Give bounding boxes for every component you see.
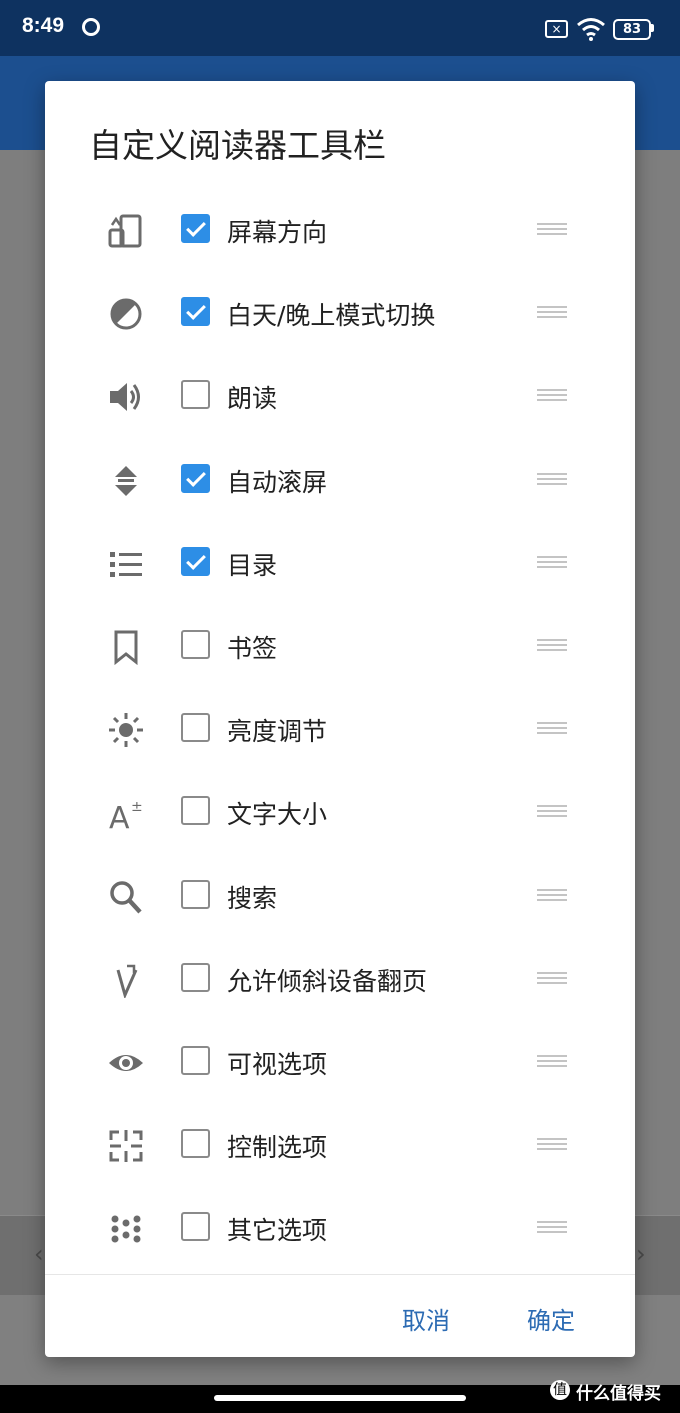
home-gesture-handle[interactable] bbox=[214, 1395, 466, 1401]
drag-handle-icon[interactable] bbox=[537, 223, 567, 237]
option-row[interactable]: 其它选项 bbox=[45, 1187, 635, 1270]
search-icon bbox=[107, 879, 145, 915]
auto-scroll-icon bbox=[107, 463, 145, 499]
option-label: 亮度调节 bbox=[227, 717, 328, 747]
option-label: 其它选项 bbox=[227, 1216, 328, 1246]
watermark-logo-icon: 值 bbox=[550, 1380, 570, 1400]
dots-pattern-icon bbox=[107, 1211, 145, 1247]
option-row[interactable]: 亮度调节 bbox=[45, 688, 635, 771]
option-checkbox[interactable] bbox=[181, 380, 210, 410]
option-row[interactable]: 屏幕方向 bbox=[45, 189, 635, 272]
toolbar-options-list: 屏幕方向 白天/晚上模式切换 朗读 自动滚屏 目录 书签 亮度调节 A ± 文字… bbox=[45, 189, 635, 1270]
battery-indicator: 83 bbox=[613, 19, 651, 40]
option-row[interactable]: 搜索 bbox=[45, 855, 635, 938]
option-label: 搜索 bbox=[227, 883, 278, 913]
option-row[interactable]: 书签 bbox=[45, 605, 635, 688]
speaker-icon bbox=[107, 379, 145, 415]
svg-text:±: ± bbox=[131, 799, 143, 815]
option-checkbox[interactable] bbox=[181, 879, 210, 909]
battery-tip bbox=[651, 24, 654, 32]
option-checkbox[interactable] bbox=[181, 1212, 210, 1242]
option-label: 屏幕方向 bbox=[227, 218, 328, 247]
status-bar: 8:49 × 83 bbox=[0, 0, 680, 56]
bookmark-icon bbox=[107, 629, 145, 665]
drag-handle-icon[interactable] bbox=[537, 722, 567, 736]
option-label: 目录 bbox=[227, 550, 278, 580]
status-time: 8:49 bbox=[22, 14, 65, 37]
option-checkbox[interactable] bbox=[181, 629, 210, 659]
option-label: 文字大小 bbox=[227, 800, 328, 830]
drag-handle-icon[interactable] bbox=[537, 1138, 567, 1152]
option-label: 朗读 bbox=[227, 384, 278, 414]
sim-card-x-icon: × bbox=[545, 20, 568, 38]
option-checkbox[interactable] bbox=[181, 796, 210, 826]
option-row[interactable]: 目录 bbox=[45, 522, 635, 605]
drag-handle-icon[interactable] bbox=[537, 1054, 567, 1069]
option-row[interactable]: 自动滚屏 bbox=[45, 439, 635, 522]
option-checkbox[interactable] bbox=[181, 463, 210, 493]
option-label: 可视选项 bbox=[227, 1049, 328, 1079]
control-crosshair-icon bbox=[107, 1128, 145, 1164]
customize-toolbar-dialog: 自定义阅读器工具栏 屏幕方向 白天/晚上模式切换 朗读 自动滚屏 目录 书签 亮… bbox=[45, 81, 635, 1357]
option-label: 白天/晚上模式切换 bbox=[227, 301, 436, 331]
option-row[interactable]: 可视选项 bbox=[45, 1021, 635, 1104]
tilt-page-icon bbox=[107, 962, 145, 998]
brightness-icon bbox=[107, 712, 145, 748]
dialog-divider bbox=[45, 1274, 635, 1275]
option-checkbox[interactable] bbox=[181, 1129, 210, 1159]
drag-handle-icon[interactable] bbox=[537, 1221, 567, 1235]
watermark-text: 什么值得买 bbox=[576, 1384, 661, 1404]
next-arrow-icon: › bbox=[636, 1240, 646, 1268]
drag-handle-icon[interactable] bbox=[537, 888, 567, 903]
option-row[interactable]: 控制选项 bbox=[45, 1104, 635, 1187]
prev-arrow-icon: ‹ bbox=[34, 1240, 44, 1268]
drag-handle-icon[interactable] bbox=[537, 805, 567, 819]
drag-handle-icon[interactable] bbox=[537, 638, 567, 653]
drag-handle-icon[interactable] bbox=[537, 389, 567, 403]
option-row[interactable]: 朗读 bbox=[45, 355, 635, 438]
option-checkbox[interactable] bbox=[181, 297, 210, 327]
svg-text:A: A bbox=[109, 801, 130, 831]
option-label: 书签 bbox=[227, 633, 278, 663]
option-label: 自动滚屏 bbox=[227, 467, 328, 497]
option-row[interactable]: 白天/晚上模式切换 bbox=[45, 272, 635, 355]
option-checkbox[interactable] bbox=[181, 713, 210, 743]
confirm-button[interactable]: 确定 bbox=[527, 1301, 575, 1336]
wifi-icon bbox=[577, 18, 605, 41]
toc-list-icon bbox=[107, 546, 145, 582]
sync-icon bbox=[82, 18, 100, 36]
drag-handle-icon[interactable] bbox=[537, 306, 567, 320]
option-row[interactable]: A ± 文字大小 bbox=[45, 771, 635, 854]
eye-icon bbox=[107, 1045, 145, 1081]
screen-rotation-icon bbox=[107, 213, 145, 249]
drag-handle-icon[interactable] bbox=[537, 555, 567, 570]
day-night-icon bbox=[107, 296, 145, 332]
cancel-button[interactable]: 取消 bbox=[402, 1301, 450, 1336]
option-label: 允许倾斜设备翻页 bbox=[227, 966, 428, 996]
option-row[interactable]: 允许倾斜设备翻页 bbox=[45, 938, 635, 1021]
dialog-title: 自定义阅读器工具栏 bbox=[89, 126, 386, 165]
option-label: 控制选项 bbox=[227, 1133, 328, 1163]
text-size-icon: A ± bbox=[107, 795, 145, 831]
drag-handle-icon[interactable] bbox=[537, 472, 567, 487]
option-checkbox[interactable] bbox=[181, 1045, 210, 1075]
drag-handle-icon[interactable] bbox=[537, 971, 567, 986]
option-checkbox[interactable] bbox=[181, 962, 210, 992]
option-checkbox[interactable] bbox=[181, 214, 210, 243]
option-checkbox[interactable] bbox=[181, 546, 210, 576]
